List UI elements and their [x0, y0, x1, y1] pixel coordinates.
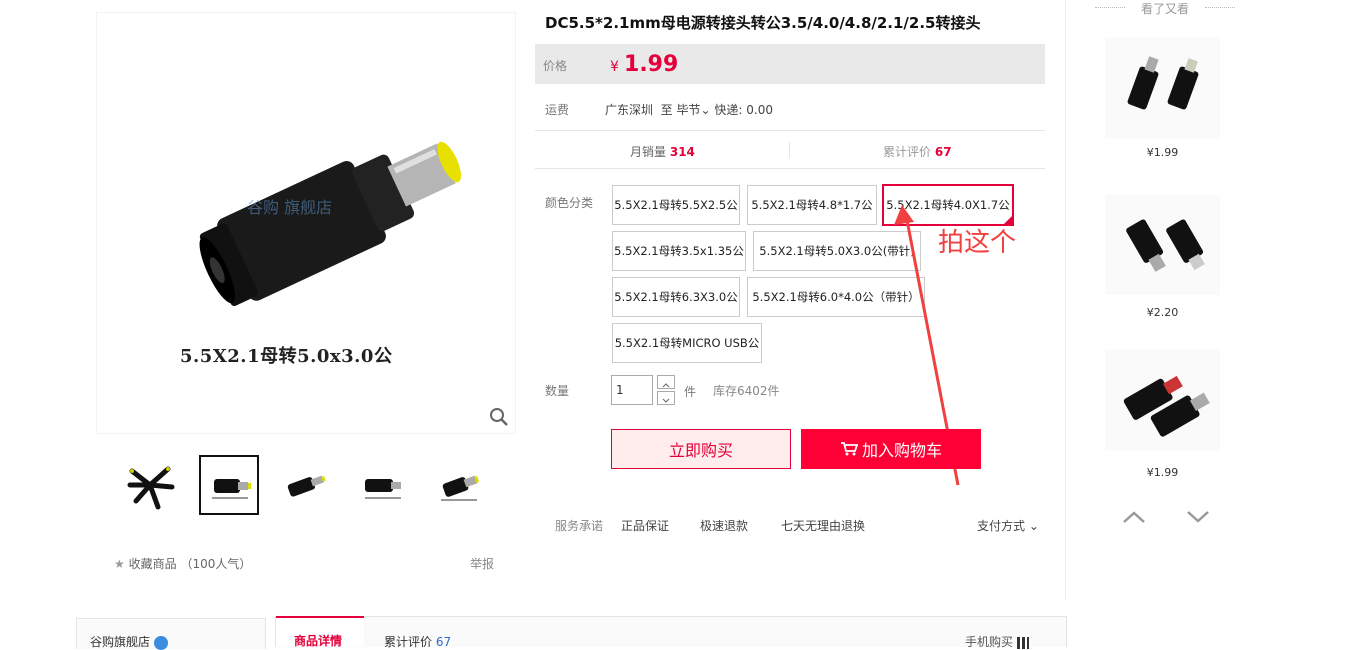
payment-methods-dropdown[interactable]: 支付方式 ⌄ — [977, 517, 1039, 534]
thumbnail-1[interactable] — [120, 455, 180, 515]
thumbnail-3[interactable] — [275, 455, 335, 515]
star-icon: ★ — [114, 557, 125, 571]
favorite-label: 收藏商品 — [128, 557, 177, 571]
buy-now-button[interactable]: 立即购买 — [611, 429, 791, 469]
shop-name-text: 谷购旗舰店 — [90, 635, 151, 649]
chevron-down-icon[interactable] — [1186, 505, 1210, 529]
tab-product-detail[interactable]: 商品详情 — [276, 616, 364, 648]
divider — [535, 130, 1045, 131]
tab-reviews[interactable]: 累计评价 67 — [384, 633, 451, 650]
monthly-sales: 月销量 314 — [630, 143, 695, 160]
price-label: 价格 — [543, 59, 568, 73]
reviews-label: 累计评价 — [883, 145, 932, 159]
color-option-label: 颜色分类 — [545, 196, 594, 210]
recommended-item-price: ¥1.99 — [1146, 146, 1179, 159]
quantity-unit: 件 — [684, 385, 697, 399]
chevron-down-icon: ⌄ — [700, 103, 711, 117]
product-title: DC5.5*2.1mm母电源转接头转公3.5/4.0/4.8/2.1/2.5转接… — [545, 14, 981, 32]
divider — [535, 168, 1045, 169]
svg-text:谷购 旗舰店: 谷购 旗舰店 — [247, 198, 332, 217]
cart-icon — [840, 442, 858, 456]
product-main-image[interactable]: 谷购 旗舰店 — [96, 12, 516, 434]
image-caption: 5.5X2.1母转5.0x3.0公 — [180, 346, 393, 367]
favorite-link[interactable]: ★ 收藏商品 （100人气） — [114, 555, 251, 572]
ship-fee: 快递: 0.00 — [714, 103, 773, 117]
ship-to: 毕节 — [676, 103, 701, 117]
add-to-cart-button[interactable]: 加入购物车 — [801, 429, 981, 469]
chevron-down-icon: ⌄ — [1028, 519, 1039, 533]
stock-count: 库存6402件 — [713, 384, 780, 398]
thumbnail-5[interactable] — [428, 455, 488, 515]
recommended-item-image[interactable] — [1105, 195, 1220, 295]
sku-option[interactable]: 5.5X2.1母转4.8*1.7公 — [747, 185, 877, 225]
recommended-item-price: ¥1.99 — [1146, 466, 1179, 479]
recommended-item-price: ¥2.20 — [1146, 306, 1179, 319]
favorite-popularity: （100人气） — [180, 557, 252, 571]
mobile-buy-link[interactable]: 手机购买 — [965, 633, 1029, 650]
quantity-input[interactable]: 1 — [611, 375, 653, 405]
ship-from: 广东深圳 — [605, 103, 654, 117]
zoom-icon[interactable] — [488, 406, 510, 428]
shop-name[interactable]: 谷购旗舰店 — [90, 633, 168, 650]
tab-label: 商品详情 — [294, 634, 343, 648]
mobile-buy-label: 手机购买 — [965, 635, 1014, 649]
shipping-label: 运费 — [545, 103, 570, 117]
recommended-item-image[interactable] — [1105, 38, 1220, 138]
currency-symbol: ¥ — [610, 59, 619, 75]
shipping-info: 广东深圳 至 毕节⌄ 快递: 0.00 — [605, 101, 773, 118]
sales-label: 月销量 — [630, 145, 667, 159]
service-item[interactable]: 正品保证 — [621, 517, 669, 534]
ship-to-prefix: 至 — [660, 103, 673, 117]
sidebar-title: 看了又看 — [1095, 0, 1235, 17]
sidebar-divider — [1065, 0, 1066, 600]
service-label: 服务承诺 — [555, 519, 604, 533]
tab-label: 累计评价 — [384, 635, 433, 649]
divider — [789, 142, 790, 158]
reviews-value: 67 — [934, 145, 952, 159]
quantity-increase-button[interactable] — [657, 375, 675, 389]
quantity-decrease-button[interactable] — [657, 391, 675, 405]
tab-reviews-count: 67 — [435, 635, 452, 649]
sku-option[interactable]: 5.5X2.1母转3.5x1.35公 — [612, 231, 746, 271]
thumbnail-4[interactable] — [352, 455, 412, 515]
price-number: 1.99 — [624, 52, 679, 77]
add-to-cart-label: 加入购物车 — [861, 441, 942, 460]
ship-destination-select[interactable]: 毕节⌄ — [677, 103, 711, 117]
quantity-label: 数量 — [545, 384, 570, 398]
sku-option[interactable]: 5.5X2.1母转6.3X3.0公 — [612, 277, 740, 317]
quantity-value: 1 — [616, 383, 624, 397]
service-item[interactable]: 极速退款 — [700, 517, 748, 534]
sku-option[interactable]: 5.5X2.1母转5.5X2.5公 — [612, 185, 740, 225]
recommended-item-image[interactable] — [1105, 350, 1220, 450]
service-item[interactable]: 七天无理由退换 — [781, 517, 865, 534]
sales-value: 314 — [669, 145, 695, 159]
report-link[interactable]: 举报 — [470, 555, 494, 572]
thumbnail-2[interactable] — [199, 455, 259, 515]
sku-option[interactable]: 5.5X2.1母转MICRO USB公 — [612, 323, 762, 363]
payment-label: 支付方式 — [977, 519, 1026, 533]
review-count[interactable]: 累计评价 67 — [883, 143, 952, 160]
price-value: ¥ 1.99 — [610, 52, 678, 77]
chevron-up-icon[interactable] — [1122, 505, 1146, 529]
